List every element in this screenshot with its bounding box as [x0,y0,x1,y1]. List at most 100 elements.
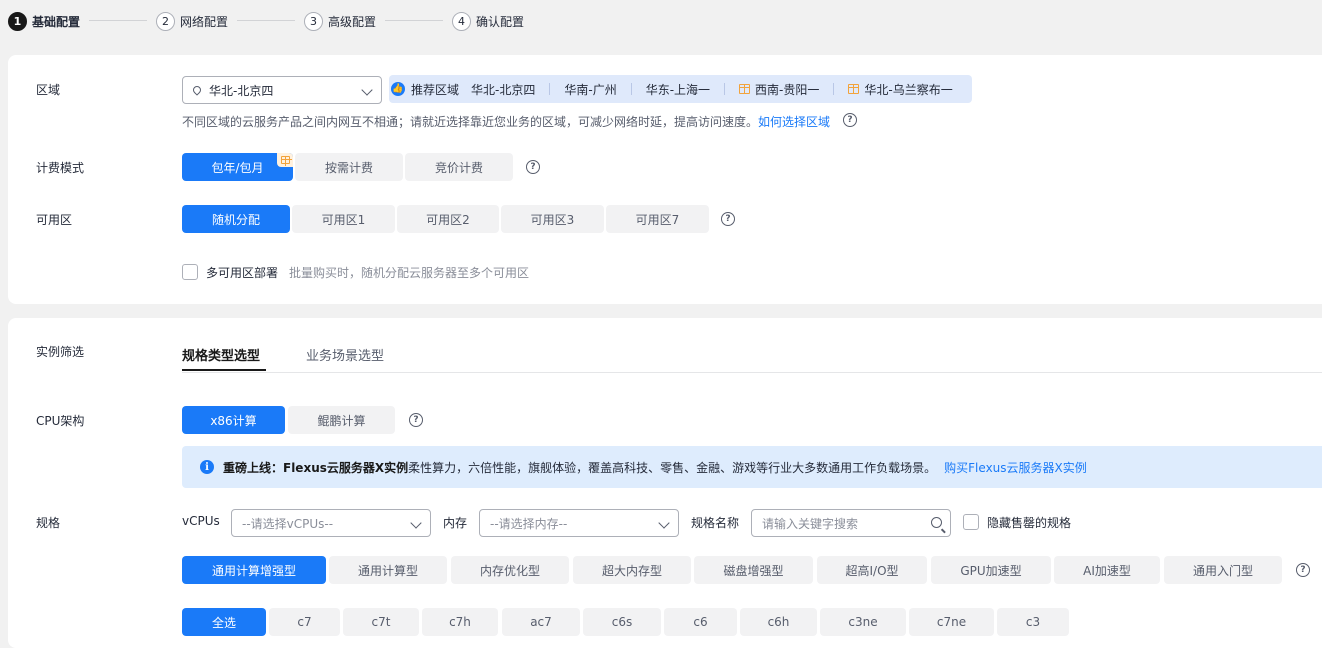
spec-type-memory-optimized[interactable]: 内存优化型 [451,556,569,584]
family-c7ne[interactable]: c7ne [909,608,994,636]
family-c7t[interactable]: c7t [343,608,419,636]
multi-az-hint: 批量购买时，随机分配云服务器至多个可用区 [289,266,530,280]
step-divider [237,20,295,21]
step-label: 网络配置 [180,14,229,29]
multi-az-label: 多可用区部署 [206,266,279,280]
recommend-label: 推荐区域 [411,82,460,97]
step-4[interactable]: 4 确认配置 [452,11,524,31]
step-1[interactable]: 1 基础配置 [8,11,80,31]
family-c6s[interactable]: c6s [583,608,661,636]
step-label: 高级配置 [328,14,377,29]
spec-type-general-enhanced[interactable]: 通用计算增强型 [182,556,326,584]
cpu-x86-button[interactable]: x86计算 [182,406,285,434]
spec-type-general[interactable]: 通用计算型 [329,556,447,584]
banner-text: 柔性算力，六倍性能，旗舰体验，覆盖高科技、零售、金融、游戏等行业大多数通用工作负… [408,460,937,475]
help-icon[interactable]: ? [721,212,735,226]
multi-az-checkbox[interactable] [182,264,198,280]
help-icon[interactable]: ? [843,113,857,127]
filter-label: 实例筛选 [36,345,85,359]
billing-on-demand-button[interactable]: 按需计费 [295,153,403,181]
recommended-regions: 👍 推荐区域 华北-北京四 华南-广州 华东-上海一 西南-贵阳一 华北-乌兰察… [389,75,972,103]
memory-label: 内存 [443,516,468,530]
spec-label: 规格 [36,516,61,530]
recommended-region-1[interactable]: 华南-广州 [564,81,616,98]
separator [549,83,551,95]
step-label: 确认配置 [476,14,525,29]
spec-type-high-io[interactable]: 超高I/O型 [817,556,927,584]
az-label: 可用区 [36,213,73,227]
step-number: 4 [452,11,471,31]
gift-icon [280,156,292,166]
recommended-region-3[interactable]: 西南-贵阳一 [755,81,819,98]
spec-name-placeholder: 请输入关键字搜索 [762,516,859,531]
gift-icon [739,84,751,94]
spec-type-ai[interactable]: AI加速型 [1054,556,1160,584]
family-c6h[interactable]: c6h [740,608,817,636]
spec-type-gpu[interactable]: GPU加速型 [931,556,1051,584]
steps-bar: 1 基础配置 2 网络配置 3 高级配置 4 确认配置 [0,0,1322,42]
memory-placeholder: --请选择内存-- [490,516,568,531]
recommended-region-4[interactable]: 华北-乌兰察布一 [864,81,952,98]
step-number: 3 [304,11,323,31]
az-3-button[interactable]: 可用区3 [501,205,604,233]
recommended-region-0[interactable]: 华北-北京四 [471,81,535,98]
help-icon[interactable]: ? [409,413,423,427]
thumbs-up-icon: 👍 [391,82,405,96]
family-ac7[interactable]: ac7 [502,608,580,636]
separator [833,83,835,95]
gift-icon [848,84,860,94]
search-icon[interactable] [931,517,942,528]
family-c7h[interactable]: c7h [422,608,498,636]
help-icon[interactable]: ? [1296,563,1310,577]
az-random-button[interactable]: 随机分配 [182,205,290,233]
recommended-region-2[interactable]: 华东-上海一 [646,81,710,98]
spec-type-disk-enhanced[interactable]: 磁盘增强型 [694,556,813,584]
step-3[interactable]: 3 高级配置 [304,11,376,31]
step-number: 1 [8,11,27,31]
step-number: 2 [156,11,175,31]
chevron-down-icon [658,517,670,529]
spec-name-label: 规格名称 [691,516,740,530]
step-label: 基础配置 [32,14,81,29]
memory-select[interactable]: --请选择内存-- [479,509,679,537]
billing-label: 计费模式 [36,161,85,175]
region-selected: 华北-北京四 [209,83,274,98]
tab-business-scenario[interactable]: 业务场景选型 [306,345,384,364]
flexus-banner: i 重磅上线：Flexus云服务器X实例 柔性算力，六倍性能，旗舰体验，覆盖高科… [182,446,1322,488]
spec-name-search-input[interactable]: 请输入关键字搜索 [751,509,951,537]
family-c3ne[interactable]: c3ne [820,608,906,636]
region-label: 区域 [36,83,61,97]
chevron-down-icon [410,517,422,529]
family-c7[interactable]: c7 [269,608,340,636]
cpu-kunpeng-button[interactable]: 鲲鹏计算 [288,406,395,434]
family-all[interactable]: 全选 [182,608,266,636]
help-icon[interactable]: ? [526,160,540,174]
family-c3[interactable]: c3 [997,608,1069,636]
hide-soldout-checkbox[interactable] [963,514,979,530]
separator [630,83,632,95]
tab-spec-type[interactable]: 规格类型选型 [182,345,260,364]
vcpus-label: vCPUs [182,514,220,528]
chevron-down-icon [361,84,373,96]
az-1-button[interactable]: 可用区1 [292,205,395,233]
info-icon: i [200,460,214,474]
cpu-label: CPU架构 [36,414,85,428]
spec-type-large-memory[interactable]: 超大内存型 [573,556,691,584]
hide-soldout-label: 隐藏售罄的规格 [987,516,1072,530]
gift-badge [277,153,293,167]
vcpus-select[interactable]: --请选择vCPUs-- [231,509,431,537]
step-divider [89,20,147,21]
how-to-choose-region-link[interactable]: 如何选择区域 [758,115,830,129]
buy-flexus-link[interactable]: 购买Flexus云服务器X实例 [944,459,1087,476]
billing-spot-button[interactable]: 竞价计费 [405,153,513,181]
region-select[interactable]: 华北-北京四 [182,76,382,104]
region-hint: 不同区域的云服务产品之间内网互不相通；请就近选择靠近您业务的区域，可减少网络时延… [182,113,830,130]
family-c6[interactable]: c6 [664,608,737,636]
location-pin-icon [191,84,203,96]
step-divider [385,20,443,21]
az-7-button[interactable]: 可用区7 [606,205,709,233]
active-tab-indicator [182,369,266,371]
step-2[interactable]: 2 网络配置 [156,11,228,31]
spec-type-entry[interactable]: 通用入门型 [1164,556,1282,584]
az-2-button[interactable]: 可用区2 [397,205,499,233]
